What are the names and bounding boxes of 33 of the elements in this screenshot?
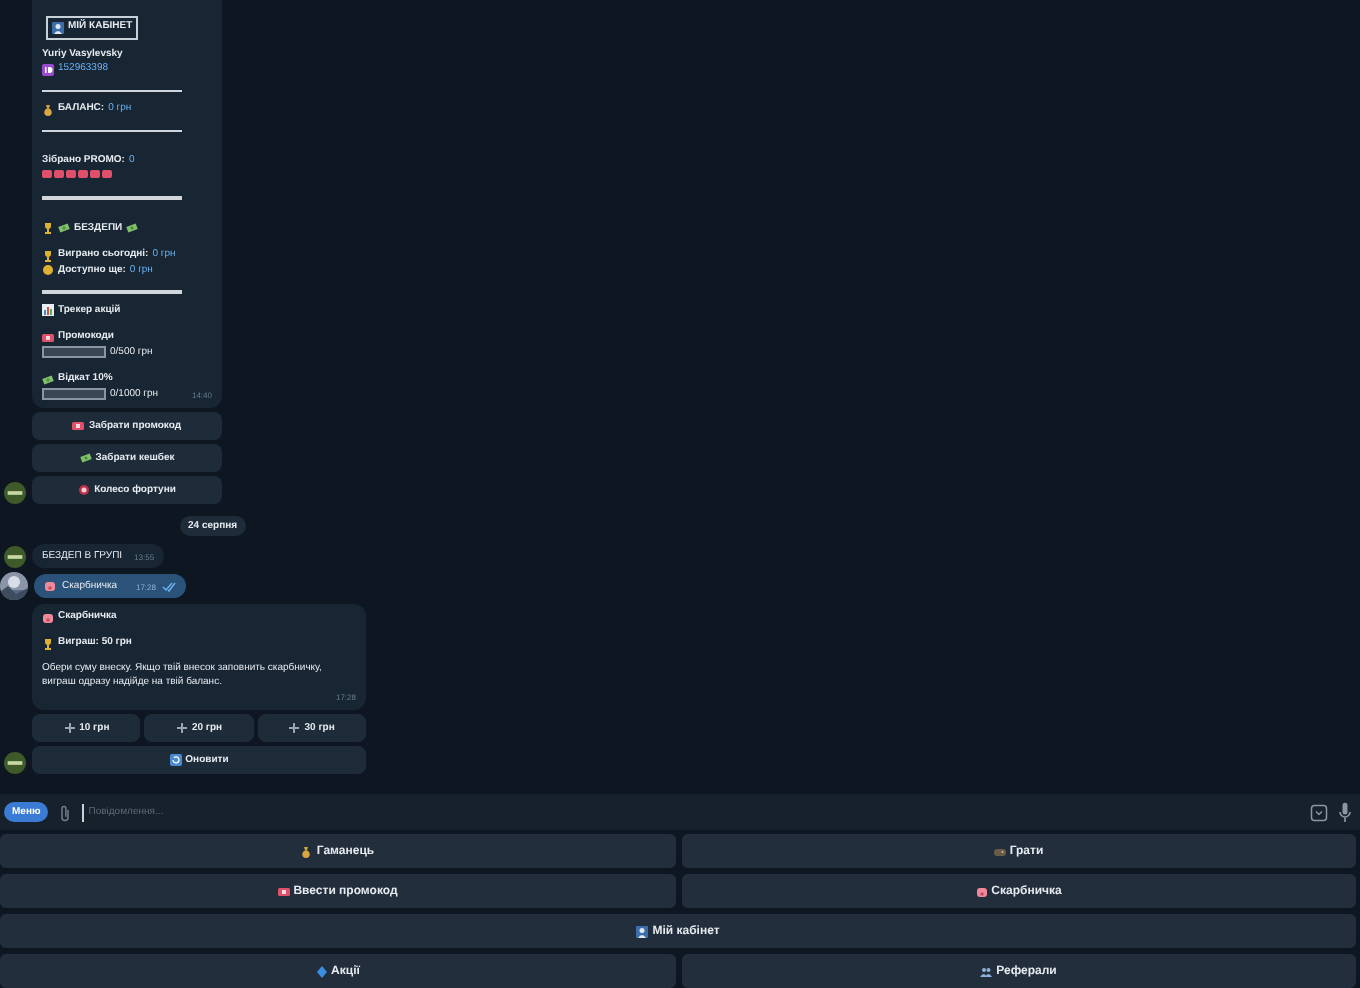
ticket-icon xyxy=(277,885,290,897)
trophy-icon xyxy=(42,249,54,262)
money-icon xyxy=(58,222,70,235)
plus-icon xyxy=(175,722,188,734)
ticket-icon xyxy=(42,331,54,344)
money-icon xyxy=(79,452,92,464)
trophy-icon xyxy=(42,222,54,235)
trophy-icon xyxy=(42,637,54,649)
money-icon xyxy=(126,222,139,235)
piggy-icon xyxy=(42,611,54,623)
coin-icon xyxy=(42,264,54,277)
bot-avatar[interactable] xyxy=(4,546,26,568)
person-icon xyxy=(52,21,64,34)
bot-avatar[interactable] xyxy=(4,752,26,774)
plus-icon xyxy=(288,722,301,734)
refresh-icon xyxy=(169,754,182,766)
sticker-icon[interactable] xyxy=(1310,803,1328,821)
people-icon xyxy=(980,965,993,977)
diamond-icon xyxy=(315,965,328,977)
id-icon xyxy=(42,63,54,76)
microphone-icon[interactable] xyxy=(1338,802,1352,822)
piggy-icon xyxy=(44,580,56,592)
money-bag-icon xyxy=(300,845,313,857)
plus-icon xyxy=(63,722,76,734)
wheel-icon xyxy=(78,484,91,496)
money-icon xyxy=(42,373,54,386)
piggy-icon xyxy=(975,885,988,897)
money-bag-icon xyxy=(42,103,54,116)
person-icon xyxy=(636,925,649,937)
bot-avatar[interactable] xyxy=(4,482,26,504)
attach-icon[interactable] xyxy=(58,803,73,821)
ticket-icon xyxy=(72,420,85,432)
chart-icon xyxy=(42,304,54,317)
